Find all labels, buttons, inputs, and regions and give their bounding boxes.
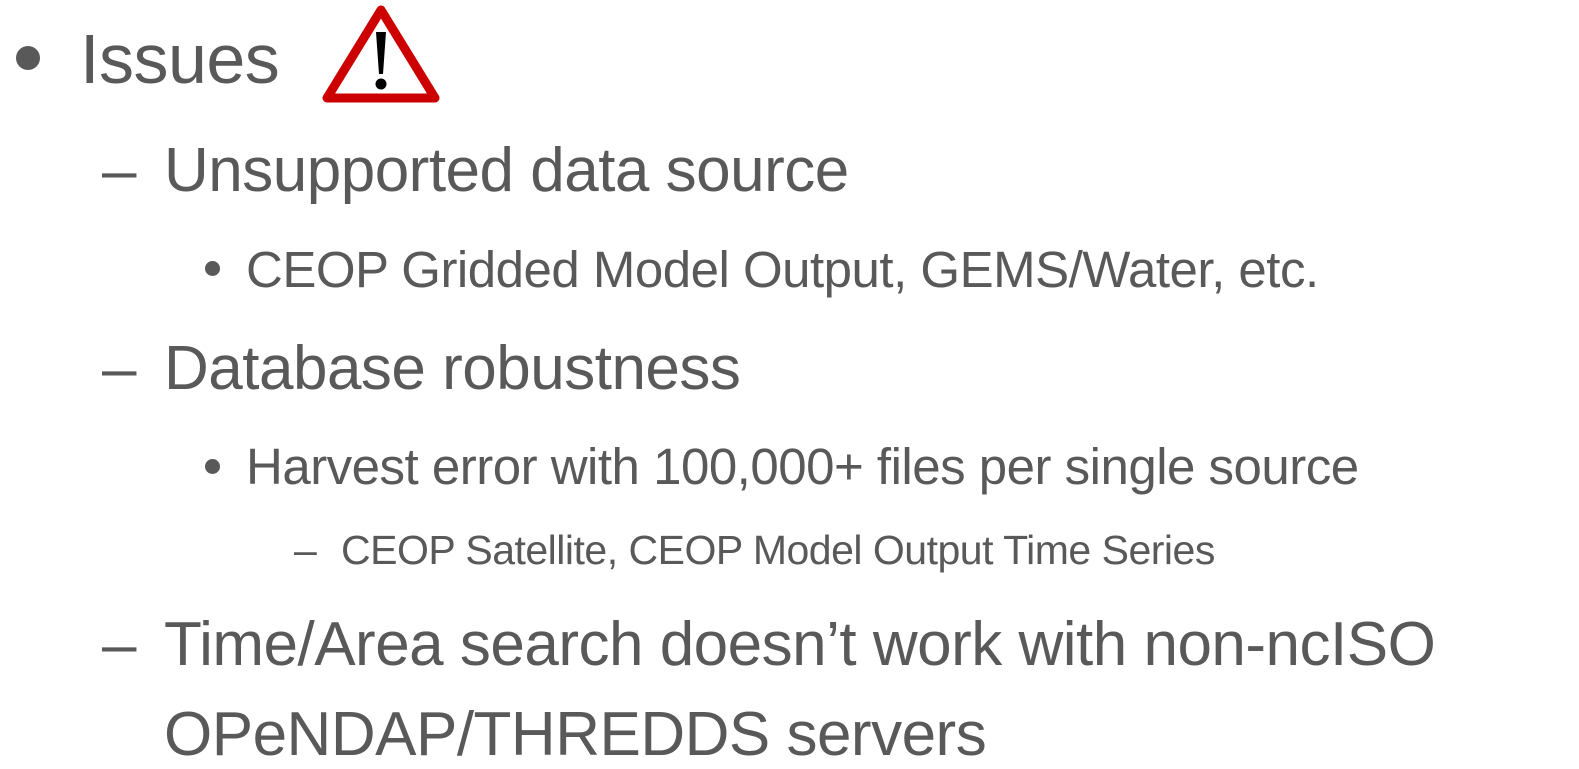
warning-triangle-icon — [322, 5, 440, 103]
dash-marker: – — [294, 527, 317, 573]
unsupported-item: Unsupported data source — [164, 136, 849, 205]
database-sub-item: Harvest error with 100,000+ files per si… — [246, 438, 1359, 495]
timearea-item-line1: Time/Area search doesn’t work with non-n… — [164, 610, 1436, 679]
unsupported-sub-item: CEOP Gridded Model Output, GEMS/Water, e… — [246, 241, 1319, 298]
dash-marker: – — [102, 610, 137, 679]
timearea-item-line2: OPeNDAP/THREDDS servers — [164, 700, 987, 769]
bullet-dot — [205, 459, 220, 474]
dash-marker: – — [102, 136, 137, 205]
bullet-dot — [16, 46, 40, 70]
dash-marker: – — [102, 334, 137, 403]
database-item: Database robustness — [164, 334, 741, 403]
bullet-dot — [205, 261, 220, 276]
database-subsub-item: CEOP Satellite, CEOP Model Output Time S… — [341, 527, 1215, 573]
issues-heading: Issues — [80, 20, 280, 98]
